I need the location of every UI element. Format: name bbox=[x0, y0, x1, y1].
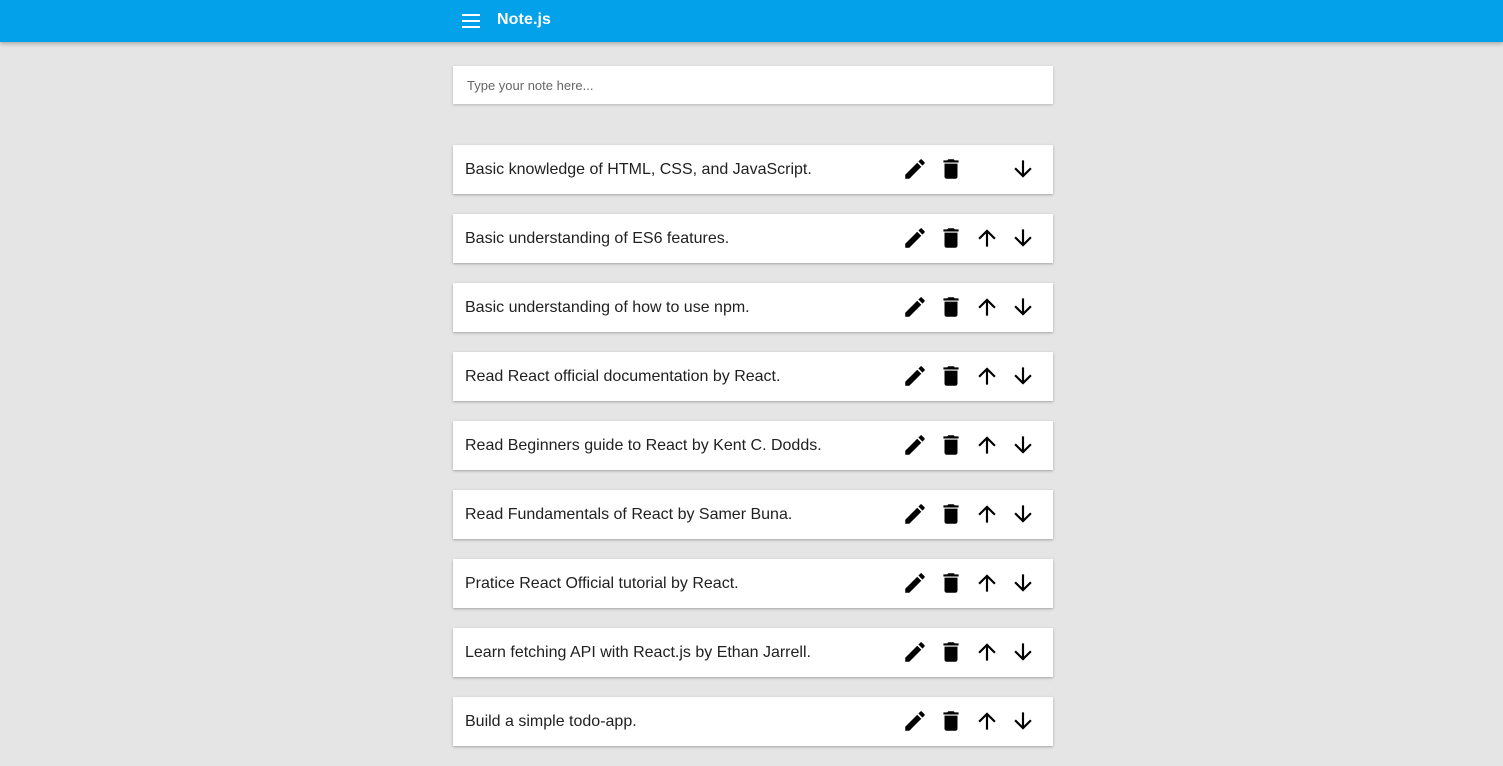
note-card: Pratice React Official tutorial by React… bbox=[453, 559, 1053, 608]
delete-button[interactable] bbox=[938, 639, 964, 665]
arrow-up-icon bbox=[978, 229, 996, 247]
arrow-down-icon bbox=[1014, 436, 1032, 454]
edit-button[interactable] bbox=[902, 156, 928, 182]
move-down-button[interactable] bbox=[1010, 570, 1036, 596]
arrow-down-icon bbox=[1014, 643, 1032, 661]
arrow-up-icon bbox=[978, 505, 996, 523]
note-card: Basic understanding of how to use npm. bbox=[453, 283, 1053, 332]
pencil-icon bbox=[905, 366, 925, 386]
arrow-down-icon bbox=[1014, 505, 1032, 523]
note-list: Basic knowledge of HTML, CSS, and JavaSc… bbox=[453, 145, 1053, 766]
arrow-down-icon bbox=[1014, 298, 1032, 316]
move-up-button[interactable] bbox=[974, 294, 1000, 320]
move-up-button[interactable] bbox=[974, 432, 1000, 458]
note-card: Basic knowledge of HTML, CSS, and JavaSc… bbox=[453, 145, 1053, 194]
note-card: Learn fetching API with React.js by Etha… bbox=[453, 628, 1053, 677]
pencil-icon bbox=[905, 228, 925, 248]
delete-button[interactable] bbox=[938, 708, 964, 734]
delete-button[interactable] bbox=[938, 156, 964, 182]
delete-button[interactable] bbox=[938, 501, 964, 527]
edit-button[interactable] bbox=[902, 570, 928, 596]
trash-icon bbox=[943, 504, 959, 524]
note-text: Basic understanding of how to use npm. bbox=[465, 299, 750, 316]
arrow-down-icon bbox=[1014, 160, 1032, 178]
trash-icon bbox=[943, 159, 959, 179]
note-card: Build a simple todo-app. bbox=[453, 697, 1053, 746]
edit-button[interactable] bbox=[902, 708, 928, 734]
move-down-button[interactable] bbox=[1010, 432, 1036, 458]
arrow-up-icon bbox=[978, 643, 996, 661]
edit-button[interactable] bbox=[902, 432, 928, 458]
pencil-icon bbox=[905, 297, 925, 317]
arrow-down-icon bbox=[1014, 367, 1032, 385]
pencil-icon bbox=[905, 435, 925, 455]
trash-icon bbox=[943, 435, 959, 455]
arrow-up-icon bbox=[978, 298, 996, 316]
delete-button[interactable] bbox=[938, 225, 964, 251]
delete-button[interactable] bbox=[938, 294, 964, 320]
move-up-button[interactable] bbox=[974, 501, 1000, 527]
app-title: Note.js bbox=[497, 11, 552, 28]
note-card: Read React official documentation by Rea… bbox=[453, 352, 1053, 401]
move-up-button[interactable] bbox=[974, 363, 1000, 389]
note-text: Basic understanding of ES6 features. bbox=[465, 230, 730, 247]
pencil-icon bbox=[905, 711, 925, 731]
delete-button[interactable] bbox=[938, 570, 964, 596]
trash-icon bbox=[943, 711, 959, 731]
move-down-button[interactable] bbox=[1010, 363, 1036, 389]
pencil-icon bbox=[905, 159, 925, 179]
note-text: Read Fundamentals of React by Samer Buna… bbox=[465, 506, 793, 523]
pencil-icon bbox=[905, 573, 925, 593]
arrow-up-icon bbox=[978, 574, 996, 592]
move-down-button[interactable] bbox=[1010, 501, 1036, 527]
move-down-button[interactable] bbox=[1010, 639, 1036, 665]
note-text: Build a simple todo-app. bbox=[465, 713, 637, 730]
note-text: Basic knowledge of HTML, CSS, and JavaSc… bbox=[465, 161, 812, 178]
move-up-button[interactable] bbox=[974, 225, 1000, 251]
delete-button[interactable] bbox=[938, 432, 964, 458]
note-card: Basic understanding of ES6 features. bbox=[453, 214, 1053, 263]
note-card: Read Fundamentals of React by Samer Buna… bbox=[453, 490, 1053, 539]
trash-icon bbox=[943, 297, 959, 317]
pencil-icon bbox=[905, 642, 925, 662]
arrow-up-icon bbox=[978, 367, 996, 385]
edit-button[interactable] bbox=[902, 225, 928, 251]
pencil-icon bbox=[905, 504, 925, 524]
note-text: Read Beginners guide to React by Kent C.… bbox=[465, 437, 822, 454]
move-down-button[interactable] bbox=[1010, 708, 1036, 734]
arrow-up-icon bbox=[978, 712, 996, 730]
delete-button[interactable] bbox=[938, 363, 964, 389]
note-text: Pratice React Official tutorial by React… bbox=[465, 575, 739, 592]
trash-icon bbox=[943, 573, 959, 593]
move-up-button[interactable] bbox=[974, 639, 1000, 665]
arrow-down-icon bbox=[1014, 229, 1032, 247]
trash-icon bbox=[943, 228, 959, 248]
edit-button[interactable] bbox=[902, 639, 928, 665]
edit-button[interactable] bbox=[902, 363, 928, 389]
menu-icon[interactable] bbox=[457, 7, 485, 35]
trash-icon bbox=[943, 366, 959, 386]
arrow-down-icon bbox=[1014, 712, 1032, 730]
move-down-button[interactable] bbox=[1010, 225, 1036, 251]
edit-button[interactable] bbox=[902, 294, 928, 320]
edit-button[interactable] bbox=[902, 501, 928, 527]
trash-icon bbox=[943, 642, 959, 662]
arrow-up-icon bbox=[978, 436, 996, 454]
move-down-button[interactable] bbox=[1010, 156, 1036, 182]
note-text: Learn fetching API with React.js by Etha… bbox=[465, 644, 811, 661]
app-bar: Note.js bbox=[0, 0, 1503, 42]
arrow-down-icon bbox=[1014, 574, 1032, 592]
move-up-button[interactable] bbox=[974, 570, 1000, 596]
note-text: Read React official documentation by Rea… bbox=[465, 368, 781, 385]
move-down-button[interactable] bbox=[1010, 294, 1036, 320]
move-up-button[interactable] bbox=[974, 708, 1000, 734]
note-card: Read Beginners guide to React by Kent C.… bbox=[453, 421, 1053, 470]
note-input[interactable] bbox=[453, 66, 1053, 104]
